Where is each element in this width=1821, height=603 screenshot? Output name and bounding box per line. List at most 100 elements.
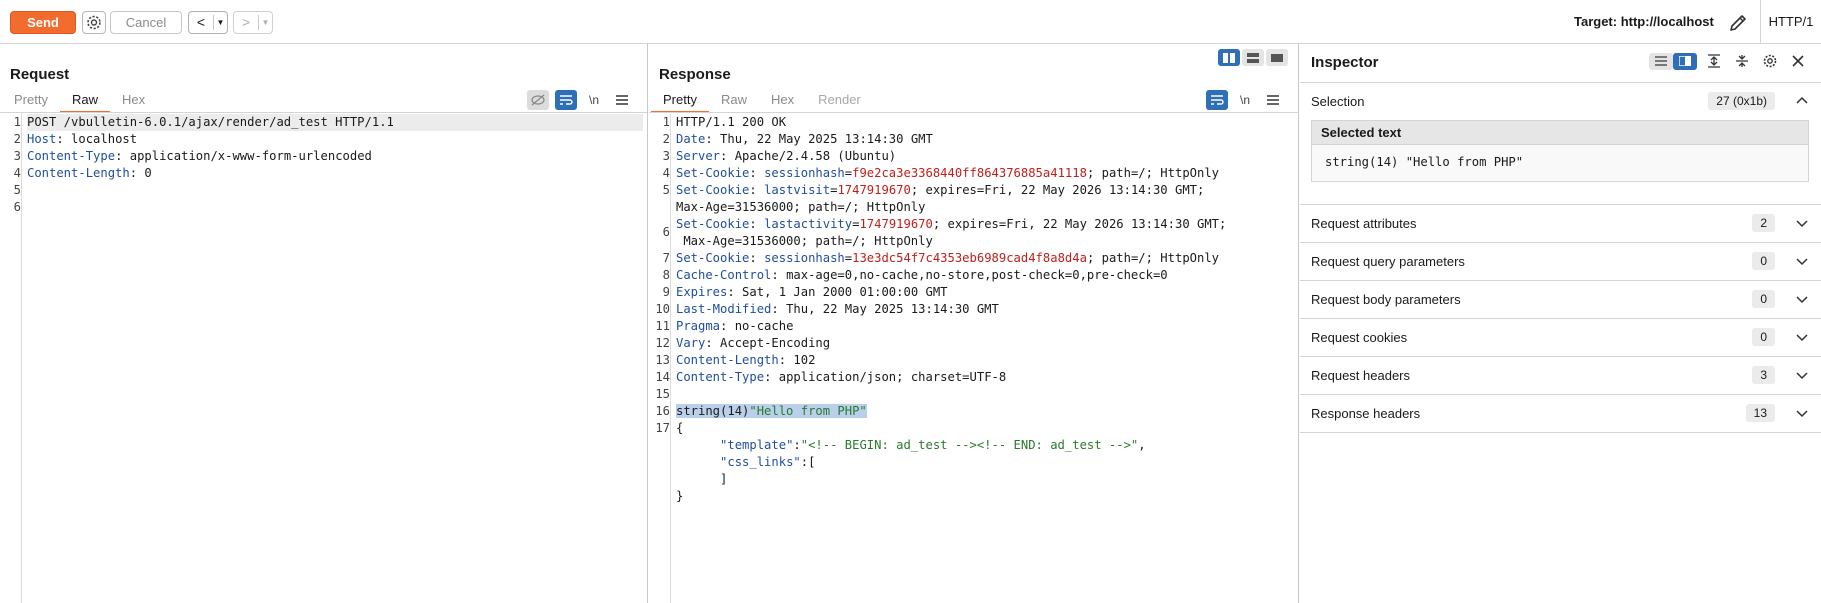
line-number: 4 [13, 166, 21, 180]
cookie-attrs: ; expires=Fri, 22 May 2026 13:14:30 GMT; [932, 217, 1227, 231]
header-key: Last-Modified [676, 302, 772, 316]
top-toolbar: Send Cancel < ▼ > ▼ Target: http://local… [0, 0, 1821, 44]
newline-toggle-button[interactable]: \n [583, 90, 605, 110]
line-number: 4 [662, 166, 670, 180]
inspector-panel: Inspector Selection 27 (0x1b) Selected t [1300, 44, 1821, 603]
tab-hex[interactable]: Hex [759, 88, 806, 112]
hamburger-icon [616, 95, 628, 105]
inspector-section-selection[interactable]: Selection 27 (0x1b) [1300, 83, 1821, 121]
code-line: 10 Last-Modified: Thu, 22 May 2025 13:14:… [655, 301, 1294, 318]
header-value: application/x-www-form-urlencoded [122, 149, 372, 163]
response-menu-button[interactable] [1262, 90, 1284, 110]
code-line: 1 POST /vbulletin-6.0.1/ajax/render/ad_te… [14, 114, 643, 131]
response-code[interactable]: 1 HTTP/1.1 200 OK 2 Date: Thu, 22 May 2025… [655, 114, 1294, 505]
line-number: 5 [13, 183, 21, 197]
wrap-lines-button[interactable] [555, 90, 577, 110]
code-line: 1 HTTP/1.1 200 OK [663, 114, 1294, 131]
tab-pretty[interactable]: Pretty [651, 88, 709, 113]
request-editor[interactable]: 1 POST /vbulletin-6.0.1/ajax/render/ad_te… [0, 114, 647, 603]
chevron-down-icon [1796, 258, 1808, 266]
code-line: 3 Content-Type: application/x-www-form-ur… [14, 148, 643, 165]
response-editor[interactable]: 1 HTTP/1.1 200 OK 2 Date: Thu, 22 May 2025… [649, 114, 1298, 603]
tab-hex[interactable]: Hex [110, 88, 157, 112]
chevron-down-icon [1796, 334, 1808, 342]
collapse-all-button[interactable] [1731, 51, 1753, 71]
request-code[interactable]: 1 POST /vbulletin-6.0.1/ajax/render/ad_te… [14, 114, 643, 216]
tab-render[interactable]: Render [806, 88, 873, 112]
code-line: 6 [14, 199, 643, 216]
http-version-button[interactable]: HTTP/1 [1760, 0, 1821, 44]
line-number: 16 [655, 404, 670, 418]
edit-target-button[interactable] [1727, 12, 1749, 34]
code-line: 11 Pragma: no-cache [655, 318, 1294, 335]
tab-raw[interactable]: Raw [59, 88, 110, 113]
inspector-section-query-parameters[interactable]: Request query parameters 0 [1300, 243, 1821, 281]
chevron-down-icon [1796, 220, 1808, 228]
history-back-dropdown[interactable]: ▼ [213, 15, 227, 30]
line-number: 2 [13, 132, 21, 146]
close-inspector-button[interactable] [1787, 51, 1809, 71]
header-value: localhost [63, 132, 138, 146]
code-line: 16 string(14)"Hello from PHP" [655, 403, 1294, 420]
chevron-up-icon [1796, 96, 1808, 104]
code-line-wrap: "template":"<!-- BEGIN: ad_test --><!-- … [720, 438, 1146, 452]
header-key: Content-Type [676, 370, 765, 384]
request-menu-button[interactable] [611, 90, 633, 110]
cookie-attrs: ; path=/; HttpOnly [1086, 251, 1220, 265]
code-line-wrap: Max-Age=31536000; path=/; HttpOnly [676, 233, 1294, 250]
line-number: 3 [662, 149, 670, 163]
expand-all-button[interactable] [1703, 51, 1725, 71]
code-line-wrap: } [676, 488, 1294, 505]
wrap-lines-button[interactable] [1206, 90, 1228, 110]
selected-text-value[interactable]: string(14) "Hello from PHP" [1312, 145, 1808, 181]
layout-switcher [1218, 49, 1288, 66]
eye-slash-icon [531, 94, 545, 106]
layout-tabs-button[interactable] [1266, 49, 1288, 66]
inspector-split-view-button[interactable] [1673, 52, 1697, 70]
tab-pretty[interactable]: Pretty [2, 88, 60, 112]
history-forward-dropdown[interactable]: ▼ [258, 15, 272, 30]
header-key: Set-Cookie [676, 251, 750, 265]
cookie-name: lastactivity [764, 217, 853, 231]
cookie-value: 13e3dc54f7c4353eb6989cad4f8a8d4a [852, 251, 1087, 265]
code-line-wrap: "css_links":[ [676, 454, 1294, 471]
inspector-section-request-headers[interactable]: Request headers 3 [1300, 357, 1821, 395]
code-line: 4 Content-Length: 0 [14, 165, 643, 182]
request-editor-tools: \n [527, 90, 633, 110]
inspector-list-view-button[interactable] [1649, 52, 1673, 70]
inspector-section-request-attributes[interactable]: Request attributes 2 [1300, 205, 1821, 243]
selected-text-box: Selected text string(14) "Hello from PHP… [1311, 120, 1809, 182]
cancel-button[interactable]: Cancel [110, 11, 182, 34]
inspector-settings-button[interactable] [1759, 51, 1781, 71]
code-line: 8 Cache-Control: max-age=0,no-cache,no-st… [663, 267, 1294, 284]
send-button[interactable]: Send [10, 11, 76, 34]
cookie-attrs-continued: Max-Age=31536000; path=/; HttpOnly [676, 234, 933, 248]
header-key: Set-Cookie [676, 217, 750, 231]
newline-toggle-button[interactable]: \n [1234, 90, 1256, 110]
layout-stacked-button[interactable] [1242, 49, 1264, 66]
line-number: 9 [662, 285, 670, 299]
inspector-section-request-cookies[interactable]: Request cookies 0 [1300, 319, 1821, 357]
layout-side-by-side-button[interactable] [1218, 49, 1240, 66]
history-forward-button[interactable]: > [234, 12, 258, 33]
inspector-section-body-parameters[interactable]: Request body parameters 0 [1300, 281, 1821, 319]
hide-nonprinting-button[interactable] [527, 90, 549, 110]
header-key: Set-Cookie [676, 166, 750, 180]
gear-icon [87, 15, 101, 30]
request-title: Request [10, 66, 70, 83]
columns-icon [1223, 52, 1235, 63]
json-brace: } [676, 489, 684, 503]
tab-raw[interactable]: Raw [709, 88, 759, 112]
json-key: "template" [720, 438, 794, 452]
inspector-section-response-headers[interactable]: Response headers 13 [1300, 395, 1821, 433]
history-back-button[interactable]: < [189, 12, 213, 33]
cookie-name: sessionhash [764, 166, 845, 180]
header-key: Vary [676, 336, 706, 350]
settings-button[interactable] [82, 11, 106, 34]
header-key: Expires [676, 285, 728, 299]
wrap-icon [1211, 95, 1224, 105]
header-value: 102 [786, 353, 816, 367]
header-key: Content-Length [676, 353, 779, 367]
line-number: 5 [662, 183, 670, 197]
target-label: Target: http://localhost [1574, 14, 1714, 29]
